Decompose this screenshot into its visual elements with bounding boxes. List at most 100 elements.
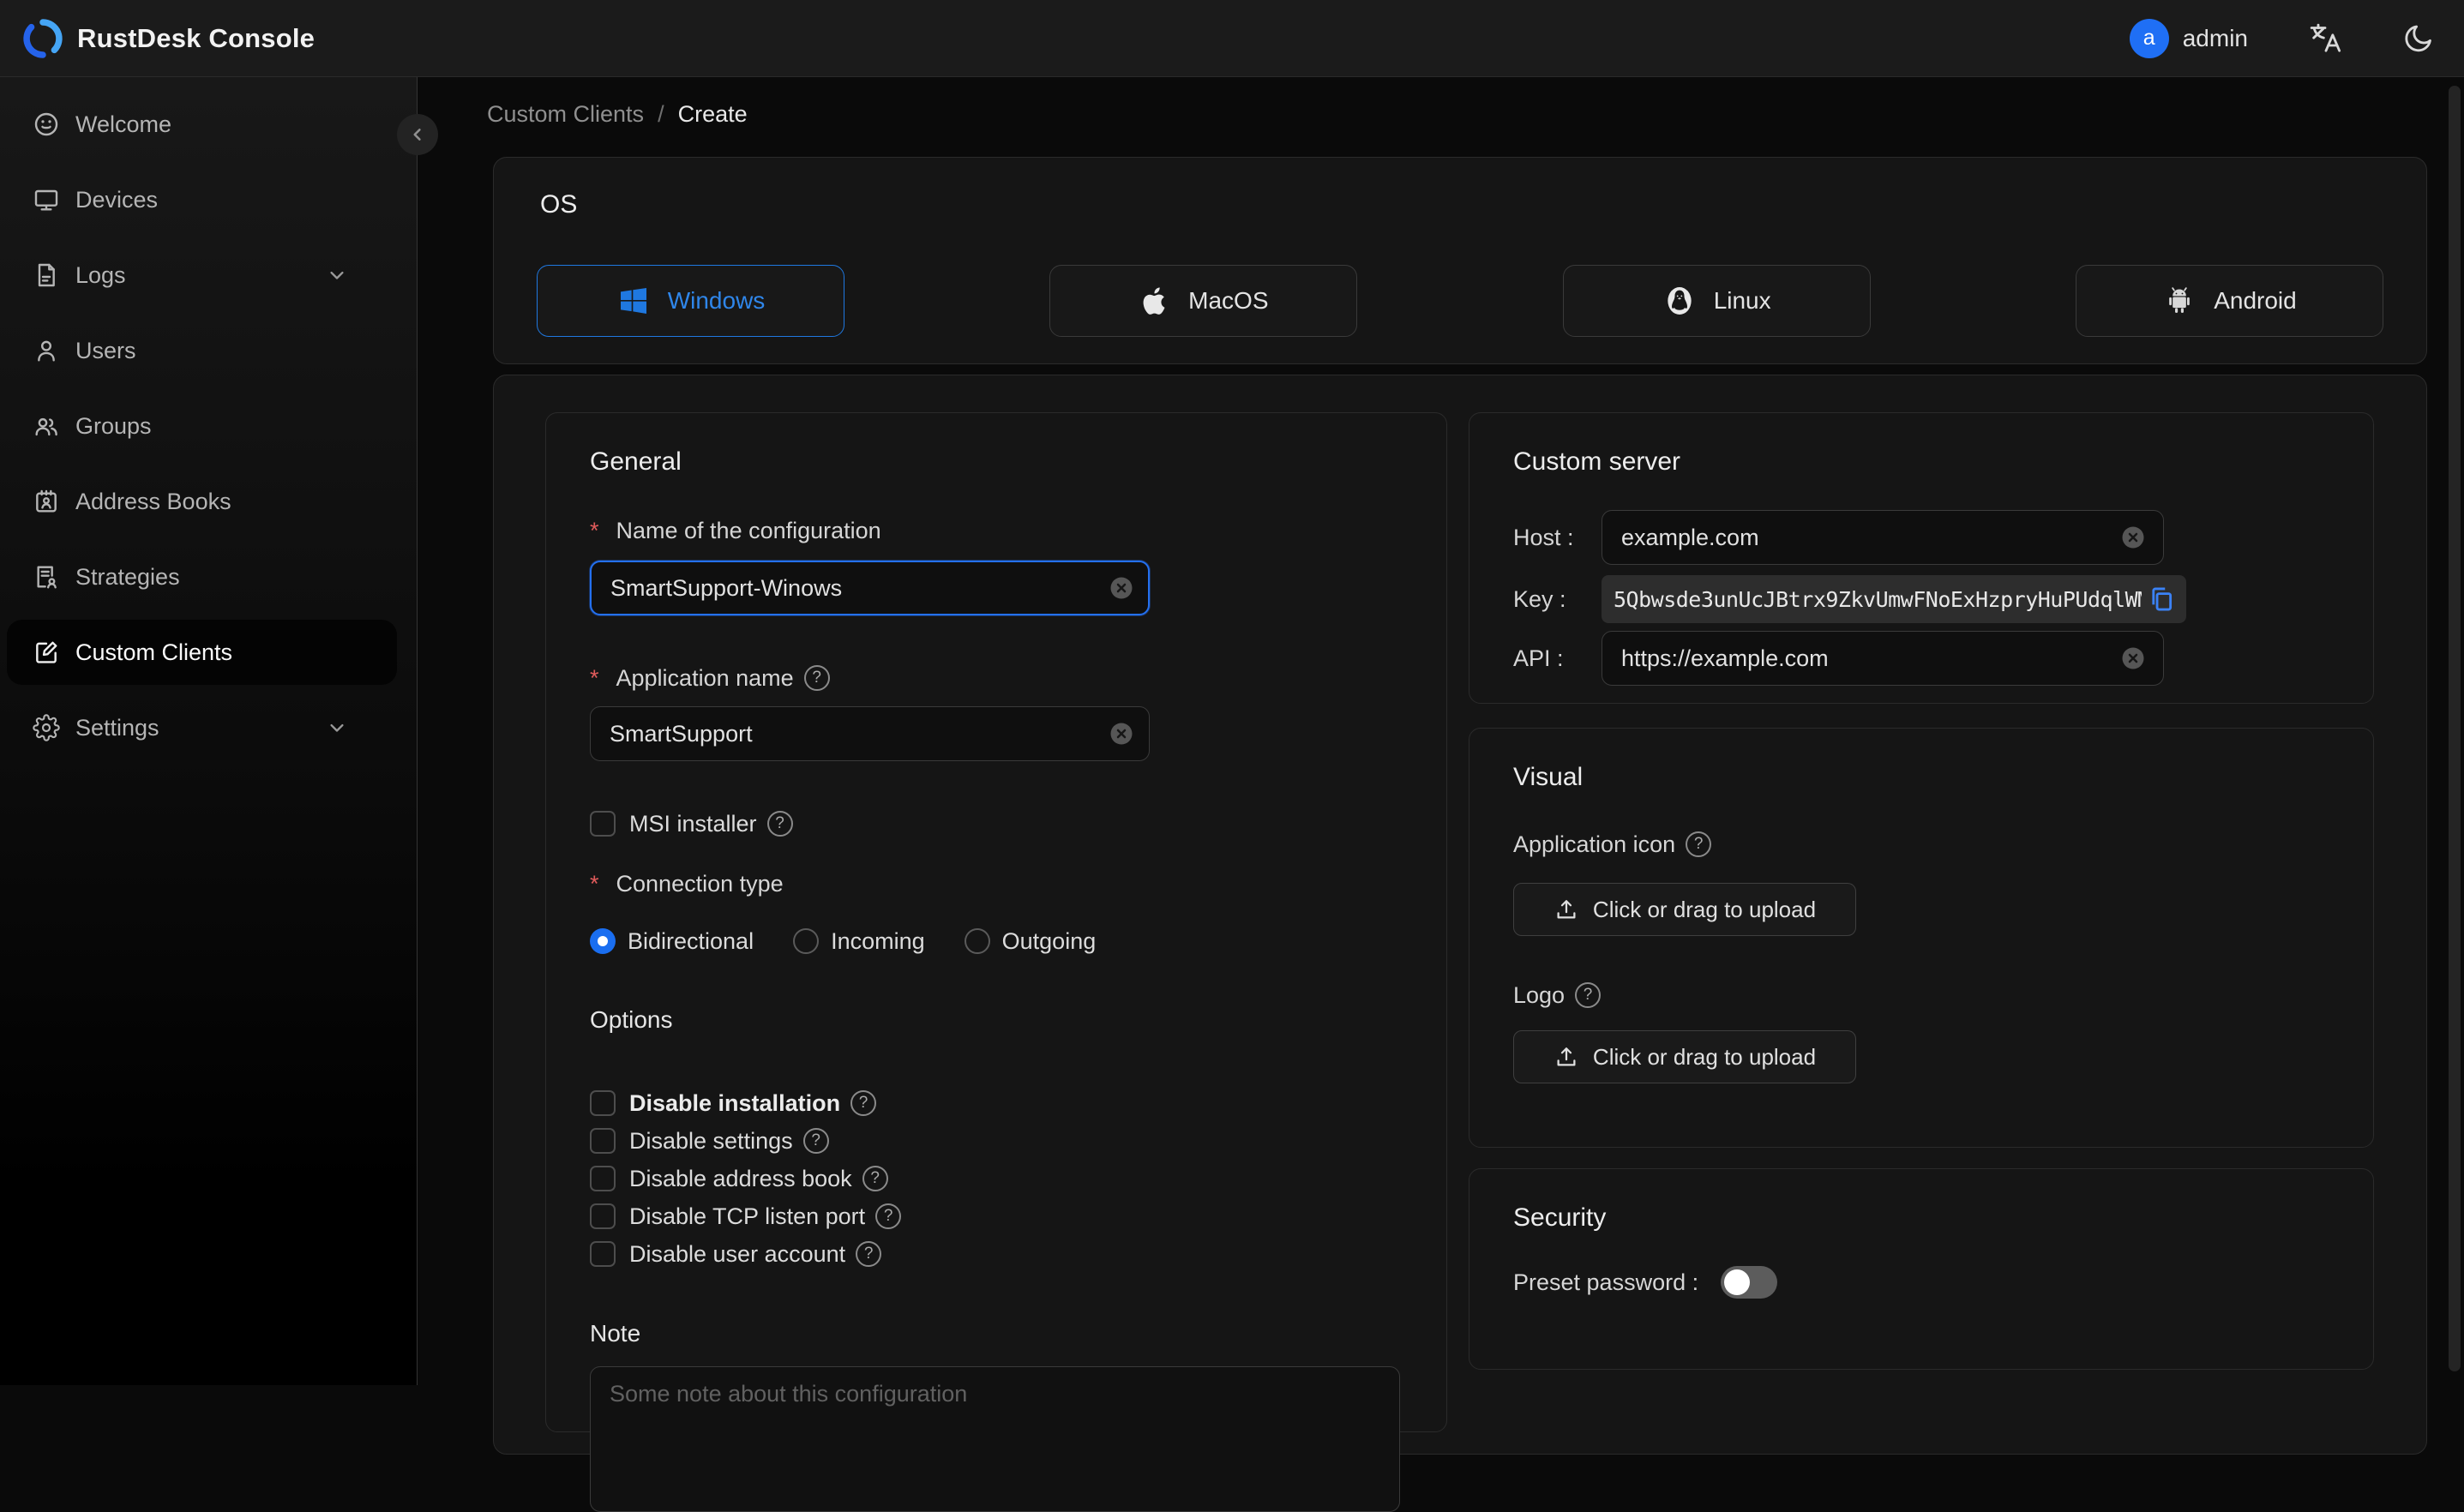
api-input[interactable] (1602, 631, 2164, 686)
sidebar-item-label: Devices (75, 186, 159, 213)
sidebar-item-custom-clients[interactable]: Custom Clients (7, 620, 397, 685)
help-icon[interactable] (1575, 982, 1602, 1008)
clear-input-icon[interactable] (1109, 575, 1134, 601)
logo-upload-button[interactable]: Click or drag to upload (1513, 1030, 1856, 1083)
clear-input-icon[interactable] (2120, 645, 2146, 671)
sidebar-item-address-books[interactable]: Address Books (7, 469, 397, 534)
document-icon (33, 261, 60, 289)
radio-selected-icon (590, 928, 616, 954)
sidebar-item-label: Users (75, 337, 136, 363)
option-row: Disable settings (590, 1126, 829, 1155)
breadcrumb: Custom Clients / Create (487, 101, 748, 128)
note-textarea[interactable] (590, 1366, 1400, 1512)
copy-icon[interactable] (2147, 585, 2176, 614)
os-button-label: Android (2214, 287, 2297, 314)
vertical-scrollbar[interactable] (2449, 86, 2461, 1371)
os-button-label: MacOS (1188, 287, 1269, 314)
os-button-linux[interactable]: Linux (1562, 265, 1871, 337)
gear-icon (33, 714, 60, 741)
option-row: Disable address book (590, 1164, 888, 1193)
key-label: Key : (1513, 585, 1566, 612)
avatar[interactable]: a (2129, 18, 2169, 58)
disable-tcp-listen-port-checkbox[interactable] (590, 1203, 616, 1229)
disable-user-account-checkbox[interactable] (590, 1241, 616, 1267)
host-input[interactable] (1602, 510, 2164, 565)
security-section: Security Preset password : (1469, 1168, 2374, 1370)
configuration-card: General Name of the configuration Applic… (493, 375, 2427, 1512)
help-icon[interactable] (862, 1166, 888, 1191)
help-icon[interactable] (802, 1128, 829, 1154)
disable-address-book-checkbox[interactable] (590, 1166, 616, 1191)
help-icon[interactable] (856, 1241, 882, 1267)
help-icon[interactable] (1686, 831, 1712, 857)
smiley-icon (33, 111, 60, 138)
options-title: Options (590, 1006, 673, 1033)
sidebar-item-label: Strategies (75, 563, 180, 590)
os-button-android[interactable]: Android (2075, 265, 2383, 337)
toggle-knob (1724, 1269, 1751, 1295)
os-button-macos[interactable]: MacOS (1049, 265, 1358, 337)
sidebar-item-users[interactable]: Users (7, 318, 397, 383)
sidebar-item-logs[interactable]: Logs (7, 243, 397, 308)
sidebar-item-label: Logs (75, 261, 126, 288)
api-row: API : (1513, 631, 2339, 686)
upload-button-label: Click or drag to upload (1592, 896, 1817, 922)
help-icon[interactable] (875, 1203, 902, 1229)
sidebar-item-strategies[interactable]: Strategies (7, 544, 397, 609)
help-icon[interactable] (850, 1090, 877, 1116)
key-value: 5Qbwsde3unUcJBtrx9ZkvUmwFNoExHzpryHuPUdq… (1614, 586, 2142, 612)
app-name-input[interactable] (590, 706, 1150, 761)
translate-icon[interactable] (2308, 21, 2342, 56)
preset-password-toggle[interactable] (1721, 1266, 1778, 1299)
sidebar-item-label: Groups (75, 412, 152, 439)
key-row: Key : 5Qbwsde3unUcJBtrx9ZkvUmwFNoExHzpry… (1513, 575, 2339, 623)
preset-password-row: Preset password : (1513, 1265, 1778, 1299)
help-icon[interactable] (803, 665, 830, 691)
upload-icon (1554, 1044, 1579, 1070)
logo-label: Logo (1513, 982, 1602, 1008)
radio-incoming[interactable]: Incoming (793, 928, 925, 955)
security-title: Security (1513, 1203, 1607, 1232)
chevron-down-icon (325, 716, 349, 740)
sidebar-collapse-button[interactable] (397, 114, 438, 155)
clear-input-icon[interactable] (2120, 525, 2146, 550)
help-icon[interactable] (766, 811, 793, 837)
radio-bidirectional[interactable]: Bidirectional (590, 928, 754, 955)
msi-installer-checkbox[interactable] (590, 811, 616, 837)
clear-input-icon[interactable] (1109, 721, 1134, 747)
disable-settings-checkbox[interactable] (590, 1128, 616, 1154)
breadcrumb-parent[interactable]: Custom Clients (487, 101, 644, 128)
android-robot-icon (2162, 284, 2197, 318)
disable-installation-checkbox[interactable] (590, 1090, 616, 1116)
sidebar-item-welcome[interactable]: Welcome (7, 92, 397, 157)
host-label: Host : (1513, 524, 1574, 550)
visual-title: Visual (1513, 763, 1584, 791)
preset-password-label: Preset password : (1513, 1269, 1699, 1295)
option-row: Disable TCP listen port (590, 1202, 902, 1231)
upload-icon (1554, 897, 1579, 922)
config-name-input[interactable] (590, 561, 1150, 615)
dark-mode-moon-icon[interactable] (2402, 22, 2435, 55)
application-icon-label: Application icon (1513, 831, 1712, 857)
connection-type-label: Connection type (590, 871, 784, 897)
group-icon (33, 412, 60, 440)
msi-installer-row: MSI installer (590, 809, 793, 838)
sidebar-item-groups[interactable]: Groups (7, 393, 397, 459)
top-bar: RustDesk Console a admin (0, 0, 2464, 77)
option-row: Disable installation (590, 1089, 877, 1118)
apple-logo-icon (1139, 285, 1171, 317)
sidebar-item-settings[interactable]: Settings (7, 695, 397, 760)
radio-outgoing[interactable]: Outgoing (964, 928, 1096, 955)
breadcrumb-current: Create (677, 101, 748, 127)
os-button-label: Linux (1713, 287, 1771, 314)
chevron-left-icon (413, 129, 421, 141)
sidebar-item-label: Address Books (75, 488, 231, 514)
user-name[interactable]: admin (2183, 25, 2248, 52)
os-button-windows[interactable]: Windows (537, 265, 844, 337)
msi-installer-label: MSI installer (629, 810, 757, 837)
breadcrumb-separator: / (658, 101, 664, 127)
upload-button-label: Click or drag to upload (1592, 1043, 1817, 1070)
monitor-icon (33, 186, 60, 213)
app-icon-upload-button[interactable]: Click or drag to upload (1513, 883, 1856, 936)
sidebar-item-devices[interactable]: Devices (7, 167, 397, 232)
